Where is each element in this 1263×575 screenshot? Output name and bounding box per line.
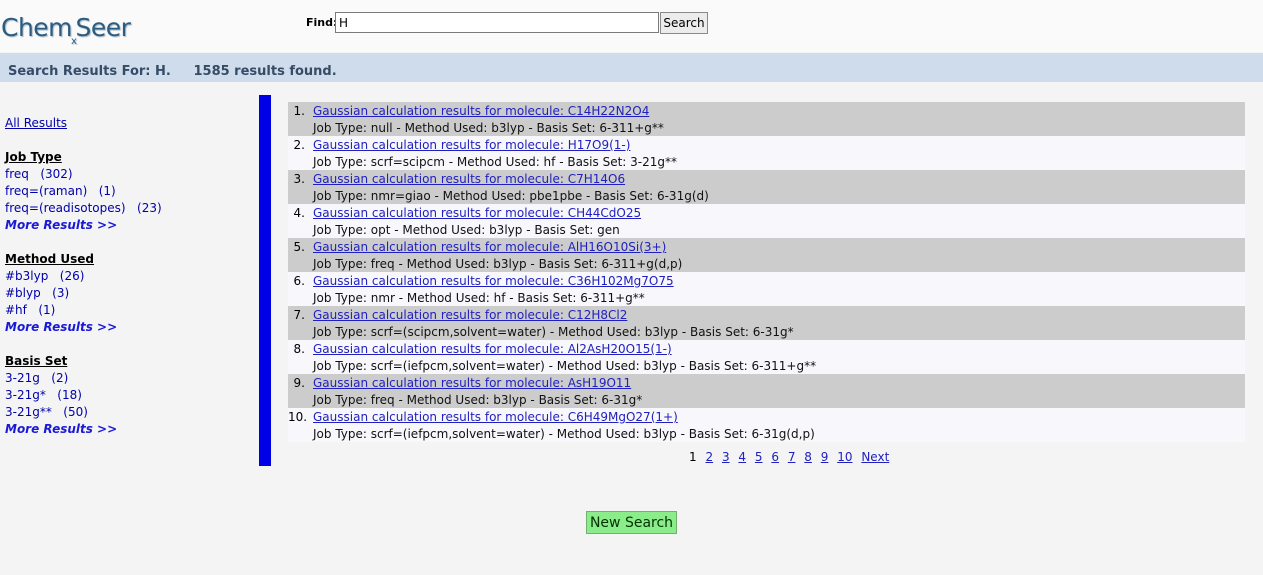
result-description: Job Type: scrf=(iefpcm,solvent=water) - … [313,359,817,373]
result-description: Job Type: null - Method Used: b3lyp - Ba… [313,121,664,135]
result-number: 4. [293,206,305,220]
result-description: Job Type: nmr=giao - Method Used: pbe1pb… [313,189,709,203]
result-item: 9. Gaussian calculation results for mole… [288,374,1245,408]
page-link[interactable]: 9 [821,450,829,464]
result-description: Job Type: scrf=(scipcm,solvent=water) - … [313,325,794,339]
result-title-link[interactable]: Gaussian calculation results for molecul… [313,409,678,425]
result-item: 1. Gaussian calculation results for mole… [288,102,1245,136]
result-description: Job Type: freq - Method Used: b3lyp - Ba… [313,393,643,407]
results-summary-bar: Search Results For: H. 1585 results foun… [0,53,1263,82]
result-title-link[interactable]: Gaussian calculation results for molecul… [313,103,649,119]
logo-text-left: Chem [1,13,73,42]
result-item: 2. Gaussian calculation results for mole… [288,136,1245,170]
page-link[interactable]: 7 [788,450,796,464]
all-results-link[interactable]: All Results [5,116,67,130]
facet-title-basis-set: Basis Set [5,354,68,368]
facet-item-link[interactable]: freq=(raman) (1) [5,184,116,198]
result-title-link[interactable]: Gaussian calculation results for molecul… [313,171,625,187]
facet-item-link[interactable]: 3-21g* (18) [5,388,82,402]
page-current: 1 [689,450,697,464]
result-number: 2. [293,138,305,152]
facet-item-link[interactable]: 3-21g** (50) [5,405,88,419]
results-summary-text: Search Results For: H. 1585 results foun… [8,64,337,79]
result-description: Job Type: opt - Method Used: b3lyp - Bas… [313,223,620,237]
results-list: 1. Gaussian calculation results for mole… [288,102,1245,442]
more-results-method-used-link[interactable]: More Results >> [5,320,117,334]
pagination: 1 2 3 4 5 6 7 8 9 10 Next [689,450,894,464]
facet-item-link[interactable]: #b3lyp (26) [5,269,84,283]
facet-item-link[interactable]: freq (302) [5,167,73,181]
top-header: ChemxSeer Find: Search [0,0,1263,52]
page-link[interactable]: 6 [771,450,779,464]
page-link[interactable]: 5 [755,450,763,464]
more-results-job-type-link[interactable]: More Results >> [5,218,117,232]
result-description: Job Type: freq - Method Used: b3lyp - Ba… [313,257,683,271]
facet-item-link[interactable]: 3-21g (2) [5,371,68,385]
result-description: Job Type: nmr - Method Used: hf - Basis … [313,291,645,305]
result-title-link[interactable]: Gaussian calculation results for molecul… [313,137,630,153]
new-search-button[interactable]: New Search [586,511,677,534]
page-link[interactable]: 4 [738,450,746,464]
result-number: 8. [293,342,305,356]
result-number: 5. [293,240,305,254]
result-title-link[interactable]: Gaussian calculation results for molecul… [313,307,627,323]
facet-sidebar: All Results Job Type freq (302) freq=(ra… [5,115,245,438]
results-accent-bar [259,95,271,466]
result-item: 3. Gaussian calculation results for mole… [288,170,1245,204]
next-page-link[interactable]: Next [861,450,889,464]
result-title-link[interactable]: Gaussian calculation results for molecul… [313,375,631,391]
search-button[interactable]: Search [660,12,708,34]
result-title-link[interactable]: Gaussian calculation results for molecul… [313,273,674,289]
more-results-basis-set-link[interactable]: More Results >> [5,422,117,436]
result-description: Job Type: scrf=(iefpcm,solvent=water) - … [313,427,815,441]
result-title-link[interactable]: Gaussian calculation results for molecul… [313,205,641,221]
result-description: Job Type: scrf=scipcm - Method Used: hf … [313,155,677,169]
page-link[interactable]: 8 [804,450,812,464]
page-link[interactable]: 10 [837,450,852,464]
facet-title-method-used: Method Used [5,252,94,266]
result-number: 1. [293,104,305,118]
result-item: 10. Gaussian calculation results for mol… [288,408,1245,442]
facet-item-link[interactable]: freq=(readisotopes) (23) [5,201,162,215]
result-title-link[interactable]: Gaussian calculation results for molecul… [313,341,672,357]
page-link[interactable]: 2 [705,450,713,464]
logo-text-right: Seer [75,13,131,42]
result-number: 9. [293,376,305,390]
search-input[interactable] [335,12,659,33]
chemxseer-logo[interactable]: ChemxSeer [1,13,131,47]
facet-item-link[interactable]: #blyp (3) [5,286,69,300]
result-number: 6. [293,274,305,288]
result-item: 6. Gaussian calculation results for mole… [288,272,1245,306]
result-item: 7. Gaussian calculation results for mole… [288,306,1245,340]
facet-title-job-type: Job Type [5,150,62,164]
page-link[interactable]: 3 [722,450,730,464]
find-label: Find: [306,16,338,29]
result-item: 8. Gaussian calculation results for mole… [288,340,1245,374]
result-item: 5. Gaussian calculation results for mole… [288,238,1245,272]
result-number: 7. [293,308,305,322]
result-title-link[interactable]: Gaussian calculation results for molecul… [313,239,666,255]
result-item: 4. Gaussian calculation results for mole… [288,204,1245,238]
facet-item-link[interactable]: #hf (1) [5,303,55,317]
result-number: 10. [288,410,308,424]
result-number: 3. [293,172,305,186]
